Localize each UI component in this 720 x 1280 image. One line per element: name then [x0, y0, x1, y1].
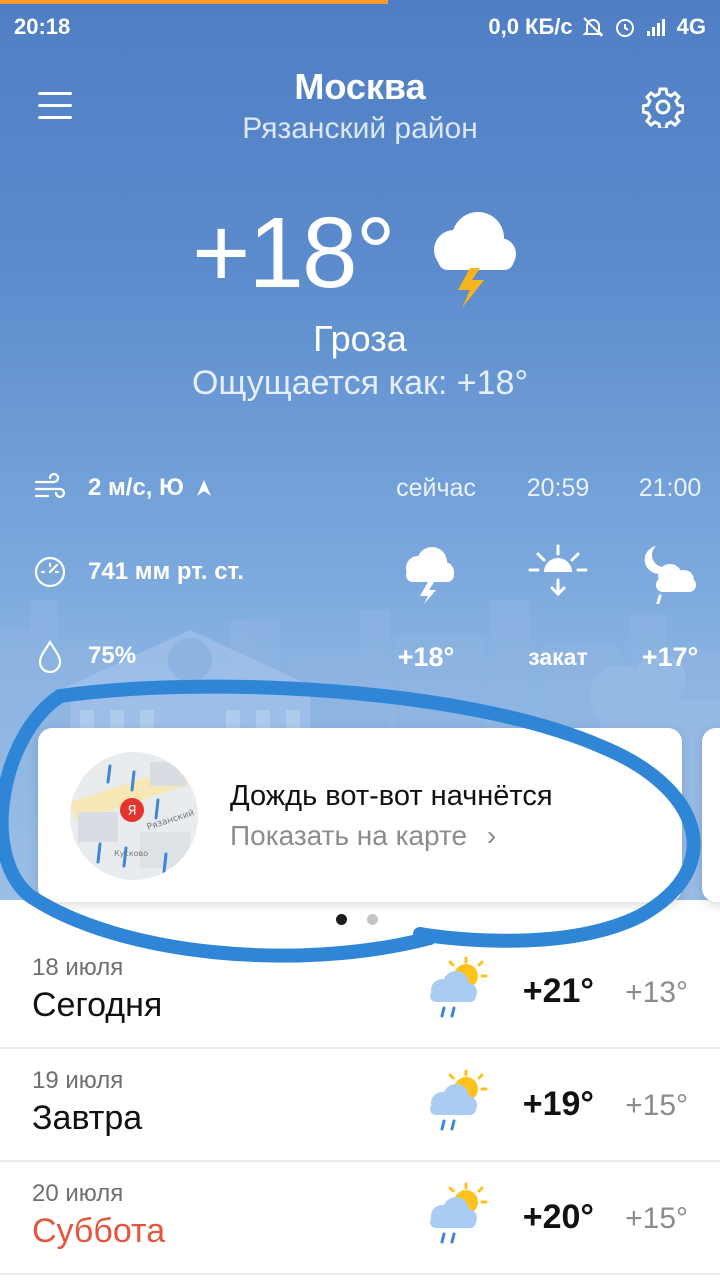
hour-label: 20:59 — [526, 474, 590, 502]
forecast-row[interactable]: 18 июля Сегодня +21° +13° — [0, 936, 720, 1049]
pressure-metric: 741 мм рт. ст. — [32, 554, 244, 590]
forecast-day: Завтра — [32, 1099, 143, 1137]
hour-value: +17° — [641, 642, 699, 672]
hour-value: закат — [528, 644, 588, 670]
forecast-date: 19 июля — [32, 1067, 124, 1094]
pager-dot[interactable] — [367, 914, 378, 925]
status-bar: 20:18 0,0 КБ/с 4G — [0, 0, 720, 52]
thunderstorm-icon — [434, 212, 516, 308]
forecast-high: +20° — [522, 1198, 594, 1236]
alert-title: Дождь вот-вот начнётся — [230, 780, 553, 812]
chevron-right-icon: › — [486, 820, 497, 851]
pressure-gauge-icon — [34, 556, 66, 588]
thunderstorm-icon — [406, 547, 454, 604]
map-thumbnail[interactable]: Я Рязанский Кусково — [70, 752, 198, 880]
daily-forecast-list: 18 июля Сегодня +21° +13° 19 июля Завтра — [0, 936, 720, 1275]
forecast-row[interactable]: 19 июля Завтра +19° +15° — [0, 1049, 720, 1162]
hour-value: +18° — [397, 642, 455, 672]
night-cloudy-rain-icon — [644, 546, 696, 604]
hour-label: сейчас — [396, 474, 476, 502]
forecast-low: +13° — [625, 976, 688, 1009]
pressure-value: 741 мм рт. ст. — [88, 558, 244, 585]
hour-label: 21:00 — [638, 474, 702, 502]
wind-direction-arrow-icon — [196, 480, 211, 496]
forecast-high: +19° — [522, 1085, 594, 1123]
wind-value: 2 м/с, Ю — [88, 474, 184, 501]
wind-metric: 2 м/с, Ю — [32, 470, 214, 506]
forecast-day: Суббота — [32, 1212, 166, 1250]
network-type: 4G — [676, 14, 706, 39]
network-speed: 0,0 КБ/с — [488, 14, 573, 39]
forecast-date: 18 июля — [32, 954, 124, 981]
partly-cloudy-rain-icon — [430, 1182, 488, 1244]
wind-icon — [34, 472, 66, 499]
show-on-map-link[interactable]: Показать на карте › — [230, 820, 496, 852]
notifications-off-icon — [582, 17, 604, 37]
forecast-row[interactable]: 20 июля Суббота +20° +15° — [0, 1162, 720, 1275]
current-temperature: +18° — [192, 197, 396, 309]
signal-icon — [646, 19, 665, 36]
alarm-icon — [615, 19, 634, 37]
forecast-low: +15° — [625, 1089, 688, 1122]
forecast-date: 20 июля — [32, 1180, 124, 1207]
humidity-value: 75% — [88, 642, 137, 669]
feels-like: Ощущается как: +18° — [191, 364, 529, 402]
pager-dots[interactable] — [336, 914, 378, 925]
forecast-day: Сегодня — [32, 986, 163, 1024]
partly-cloudy-rain-icon — [430, 1069, 488, 1131]
humidity-metric: 75% — [32, 638, 136, 674]
partly-cloudy-rain-icon — [430, 956, 488, 1018]
sunset-icon — [528, 544, 588, 597]
forecast-high: +21° — [522, 972, 594, 1010]
pager-dot-active[interactable] — [336, 914, 347, 925]
forecast-low: +15° — [625, 1202, 688, 1235]
water-drop-icon — [38, 639, 62, 674]
city-name[interactable]: Москва — [0, 66, 720, 108]
next-card-peek[interactable] — [702, 728, 720, 902]
current-condition: Гроза — [313, 318, 407, 359]
district-name[interactable]: Рязанский район — [0, 112, 720, 146]
rain-alert-card[interactable]: Я Рязанский Кусково Дождь вот-вот начнёт… — [38, 728, 682, 902]
map-pin-letter: Я — [127, 804, 136, 819]
show-on-map-label: Показать на карте — [230, 820, 468, 851]
status-time: 20:18 — [14, 14, 71, 39]
map-place-label: Кусково — [114, 849, 148, 858]
